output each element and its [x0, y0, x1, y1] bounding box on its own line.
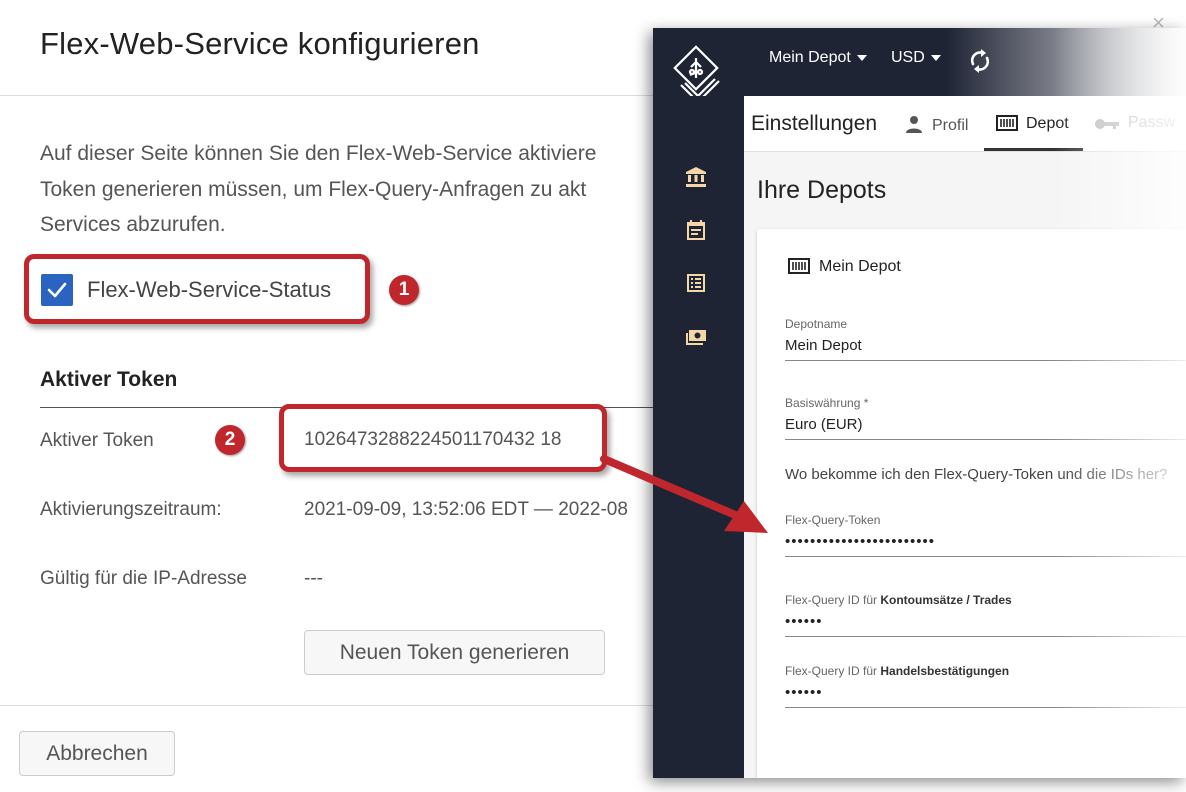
token-label: Aktiver Token [40, 430, 154, 451]
callout-badge-2: 2 [215, 425, 245, 455]
period-value: 2021-09-09, 13:52:06 EDT — 2022-08 [304, 499, 628, 520]
generate-token-button[interactable]: Neuen Token generieren [304, 630, 605, 675]
flex-query-token-field[interactable]: Flex-Query-Token •••••••••••••••••••••••… [785, 513, 1186, 557]
divider [0, 95, 660, 96]
field-underline [785, 556, 1186, 557]
intro-line: Token generieren müssen, um Flex-Query-A… [40, 177, 587, 201]
label-prefix: Flex-Query ID für [785, 664, 881, 678]
depot-icon [996, 115, 1018, 131]
caret-down-icon [930, 54, 941, 61]
app-window: Mein Depot USD Einstellungen Profil Depo… [653, 28, 1186, 778]
page-heading: Ihre Depots [757, 176, 887, 204]
money-icon[interactable] [684, 325, 708, 349]
tab-password[interactable]: Passw [1094, 114, 1175, 132]
settings-tabs: Einstellungen Profil Depot Passw [744, 96, 1186, 152]
app-bar: Mein Depot USD [653, 28, 1186, 104]
active-tab-indicator [984, 148, 1083, 151]
settings-content: Ihre Depots Mein Depot Depotname Mein De… [744, 152, 1186, 778]
callout-badge-1: 1 [389, 275, 419, 305]
card-title: Mein Depot [787, 257, 901, 276]
label-bold: Kontoumsätze / Trades [880, 593, 1012, 607]
depot-menu-label: Mein Depot [769, 49, 851, 66]
field-underline [785, 636, 1186, 637]
currency-menu[interactable]: USD [891, 49, 941, 67]
tab-profil[interactable]: Profil [904, 114, 968, 135]
calendar-icon[interactable] [684, 218, 708, 242]
depot-icon [788, 258, 810, 274]
field-underline [785, 707, 1186, 708]
field-label: Depotname [785, 317, 848, 331]
field-underline [785, 439, 1186, 440]
field-label: Basiswährung * [785, 396, 869, 410]
field-underline [785, 360, 1186, 361]
konto-query-id-field[interactable]: Flex-Query ID für Kontoumsätze / Trades … [785, 593, 1186, 637]
footer-divider [0, 705, 660, 706]
bank-icon[interactable] [684, 165, 708, 189]
tab-label: Depot [1026, 115, 1069, 132]
status-checkbox[interactable] [41, 274, 73, 306]
help-link[interactable]: Wo bekomme ich den Flex-Query-Token und … [785, 466, 1167, 483]
token-value[interactable]: 1026473288224501170432 18 [304, 429, 561, 451]
depot-card: Mein Depot Depotname Mein Depot Basiswäh… [757, 229, 1186, 778]
field-label: Flex-Query ID für Kontoumsätze / Trades [785, 593, 1186, 607]
tab-label: Passw [1128, 114, 1176, 131]
card-title-text: Mein Depot [819, 258, 901, 275]
checkmark-icon [47, 282, 67, 298]
label-prefix: Flex-Query ID für [785, 593, 881, 607]
currency-menu-label: USD [891, 49, 925, 66]
tab-depot[interactable]: Depot [996, 114, 1069, 133]
depot-menu[interactable]: Mein Depot [769, 49, 867, 67]
ip-value: --- [304, 568, 323, 589]
intro-line: Services abzurufen. [40, 213, 226, 236]
intro-line: Auf dieser Seite können Sie den Flex-Web… [40, 142, 597, 165]
key-icon [1095, 119, 1119, 129]
caret-down-icon [856, 54, 867, 61]
settings-title: Einstellungen [751, 112, 878, 135]
section-heading: Aktiver Token [40, 368, 178, 391]
sync-icon[interactable] [969, 48, 991, 74]
field-label: Flex-Query-Token [785, 513, 881, 527]
intro-text: Auf dieser Seite können Sie den Flex-Web… [40, 136, 660, 243]
sidebar [653, 96, 744, 778]
tab-label: Profil [932, 117, 969, 134]
person-icon [906, 116, 922, 133]
label-bold: Handelsbestätigungen [880, 664, 1010, 678]
ip-label: Gültig für die IP-Adresse [40, 568, 247, 589]
field-value: Mein Depot [785, 337, 862, 354]
field-value: Euro (EUR) [785, 416, 863, 433]
field-label: Flex-Query ID für Handelsbestätigungen [785, 664, 1186, 678]
currency-field[interactable]: Basiswährung * Euro (EUR) [785, 396, 1186, 440]
handel-query-id-field[interactable]: Flex-Query ID für Handelsbestätigungen •… [785, 664, 1186, 708]
list-icon[interactable] [684, 271, 708, 295]
field-value: •••••••••••••••••••••••• [785, 533, 936, 550]
dialog-title: Flex-Web-Service konfigurieren [40, 26, 480, 61]
period-label: Aktivierungszeitraum: [40, 499, 222, 520]
field-value: •••••• [785, 684, 823, 701]
field-value: •••••• [785, 613, 823, 630]
status-label[interactable]: Flex-Web-Service-Status [87, 277, 331, 303]
cancel-button[interactable]: Abbrechen [19, 731, 175, 776]
depotname-field[interactable]: Depotname Mein Depot [785, 317, 1186, 361]
